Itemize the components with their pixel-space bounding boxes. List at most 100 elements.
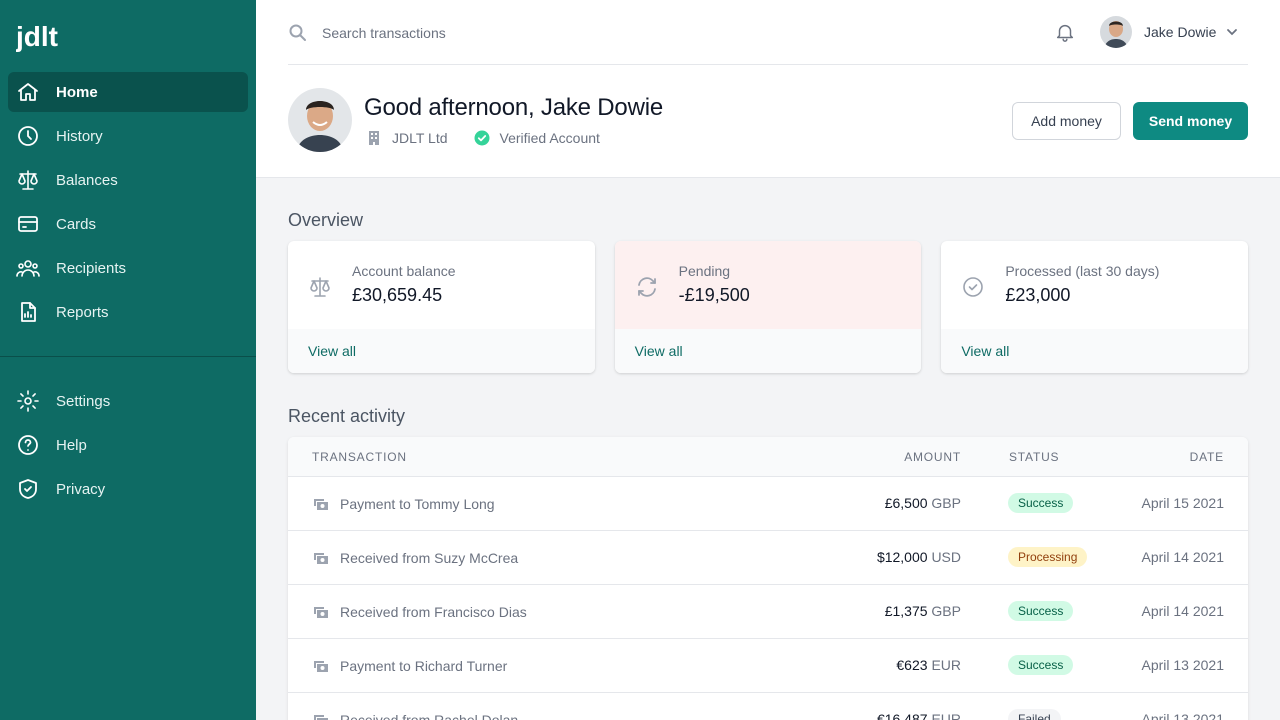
status-badge: Success [1008,601,1074,621]
sidebar-item-label: Cards [56,215,97,233]
sidebar-item-balances[interactable]: Balances [8,160,248,200]
view-all-link[interactable]: View all [614,329,922,373]
bell-icon[interactable] [1054,21,1076,43]
sidebar-item-help[interactable]: Help [8,425,248,465]
pending-card: Pending -£19,500 View all [614,241,922,373]
sidebar-item-recipients[interactable]: Recipients [8,248,248,288]
cash-icon [314,499,328,510]
card-label: Pending [678,263,731,279]
header-divider [288,64,1248,65]
table-row[interactable]: Received from Rachel Dolan €16,487 EUR F… [288,693,1248,720]
overview-title: Overview [288,210,364,230]
user-group-icon [16,260,40,277]
cash-icon [314,607,328,618]
transaction-amount: €16,487 EUR [876,711,961,720]
status-badge: Success [1008,655,1074,675]
home-icon [18,83,38,101]
scale-icon [18,170,38,190]
sidebar-item-label: Recipients [56,259,127,277]
avatar [1100,16,1132,48]
card-value: £23,000 [1005,285,1071,305]
transaction-date: April 14 2021 [1141,549,1224,565]
clock-icon [18,126,38,146]
profile-summary: Good afternoon, Jake Dowie JDLT Ltd Veri… [288,88,663,152]
transaction-date: April 13 2021 [1141,711,1224,720]
sidebar-item-label: Privacy [56,480,106,498]
view-all-link[interactable]: View all [941,329,1249,373]
gear-icon [17,390,39,412]
sidebar-divider [0,356,256,357]
add-money-button[interactable]: Add money [1012,102,1121,140]
recent-activity-title: Recent activity [288,406,406,426]
user-menu[interactable]: Jake Dowie [1100,16,1240,48]
column-header-amount[interactable]: AMOUNT [904,450,961,464]
jdlt-logo[interactable]: jdlt [16,20,76,54]
refresh-icon [637,277,656,297]
sidebar-item-label: Balances [56,171,118,189]
table-row[interactable]: Payment to Richard Turner €623 EUR Succe… [288,639,1248,693]
card-value: -£19,500 [678,285,750,305]
check-circle-icon [963,277,984,297]
card-value: £30,659.45 [352,285,443,305]
question-circle-icon [18,435,38,455]
cash-icon [314,715,328,720]
primary-nav: Home History Balances Cards Recipients R… [8,72,248,336]
search-icon [289,24,306,41]
scale-icon [310,277,330,297]
column-header-status[interactable]: STATUS [1009,450,1059,464]
user-name: Jake Dowie [1144,24,1217,40]
secondary-nav: Settings Help Privacy [8,381,248,513]
status-badge: Processing [1008,547,1088,567]
transaction-amount: €623 EUR [896,657,961,673]
table-row[interactable]: Payment to Tommy Long £6,500 GBP Success… [288,477,1248,531]
transaction-description[interactable]: Received from Suzy McCrea [340,550,518,566]
status-badge: Failed [1008,709,1061,720]
credit-card-icon [18,216,38,232]
sidebar-item-cards[interactable]: Cards [8,204,248,244]
sidebar: jdlt Home History Balances Cards Recipie… [0,0,256,720]
avatar [288,88,352,152]
document-report-icon [21,302,36,322]
card-label: Account balance [352,263,456,279]
transaction-date: April 14 2021 [1141,603,1224,619]
transaction-date: April 13 2021 [1141,657,1224,673]
sidebar-item-privacy[interactable]: Privacy [8,469,248,509]
transaction-description[interactable]: Received from Rachel Dolan [340,712,518,720]
svg-text:jdlt: jdlt [16,21,58,52]
shield-check-icon [19,479,37,499]
page-title: Good afternoon, Jake Dowie [364,94,663,121]
column-header-date[interactable]: DATE [1190,450,1224,464]
sidebar-item-label: Settings [56,392,111,410]
table-row[interactable]: Received from Francisco Dias £1,375 GBP … [288,585,1248,639]
card-label: Processed (last 30 days) [1005,263,1160,279]
sidebar-item-label: Help [56,436,87,454]
search-bar [288,20,622,46]
cash-icon [314,661,328,672]
sidebar-item-settings[interactable]: Settings [8,381,248,421]
transactions-table: TRANSACTION AMOUNT STATUS DATE Payment t… [288,437,1248,720]
transaction-amount: $12,000 USD [876,549,961,565]
sidebar-item-history[interactable]: History [8,116,248,156]
sidebar-item-home[interactable]: Home [8,72,248,112]
sidebar-item-reports[interactable]: Reports [8,292,248,332]
transaction-description[interactable]: Payment to Richard Turner [340,658,507,674]
send-money-button[interactable]: Send money [1133,102,1248,140]
processed-card: Processed (last 30 days) £23,000 View al… [941,241,1249,373]
verified-status: Verified Account [472,130,600,146]
transaction-date: April 15 2021 [1141,495,1224,511]
transaction-description[interactable]: Payment to Tommy Long [340,496,495,512]
search-input[interactable] [322,25,622,41]
transaction-amount: £1,375 GBP [884,603,961,619]
account-balance-card: Account balance £30,659.45 View all [288,241,595,373]
sidebar-item-label: Home [56,83,98,101]
transaction-amount: £6,500 GBP [884,495,961,511]
transaction-description[interactable]: Received from Francisco Dias [340,604,527,620]
status-badge: Success [1008,493,1074,513]
view-all-link[interactable]: View all [288,329,595,373]
table-row[interactable]: Received from Suzy McCrea $12,000 USD Pr… [288,531,1248,585]
column-header-transaction[interactable]: TRANSACTION [312,450,407,464]
chevron-down-icon [1227,29,1238,36]
header: Jake Dowie Good afternoon, Jake Dowie JD… [256,0,1280,178]
table-header: TRANSACTION AMOUNT STATUS DATE [288,437,1248,477]
cash-icon [314,553,328,564]
